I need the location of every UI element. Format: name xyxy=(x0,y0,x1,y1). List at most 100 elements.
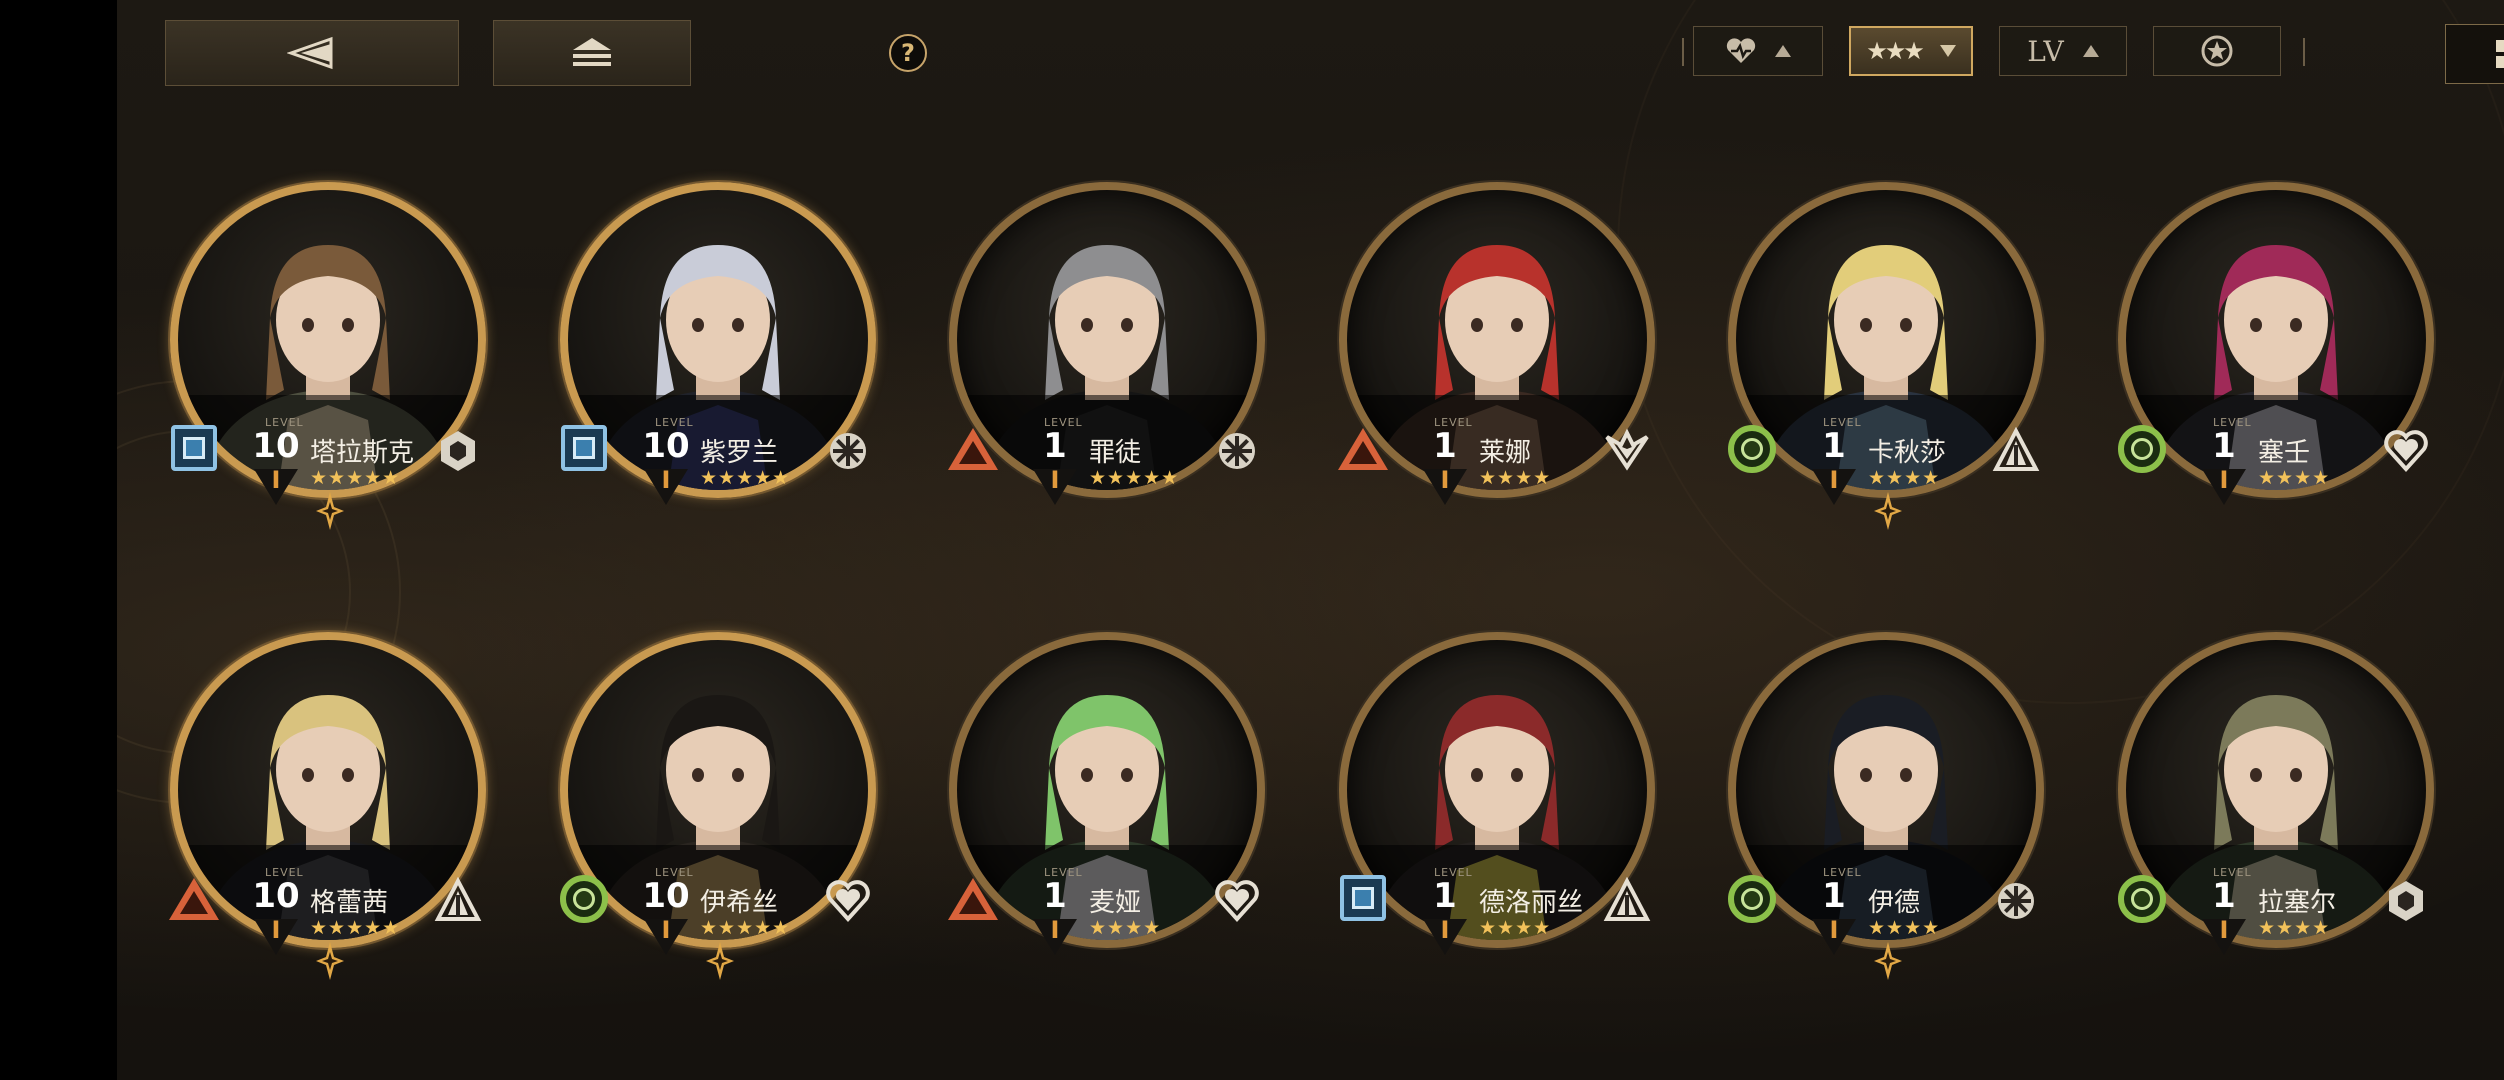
character-name: 拉塞尔 xyxy=(2258,888,2337,918)
rarity-stars: ★★★★★ xyxy=(700,917,791,939)
character-name: 紫罗兰 xyxy=(700,438,779,468)
character-card[interactable]: LEVEL 1 麦娅 I ★★★★ xyxy=(929,592,1289,1012)
class-triangle-icon xyxy=(1335,425,1391,473)
wings-emblem-icon xyxy=(1603,427,1651,475)
character-card[interactable]: LEVEL 1 拉塞尔 I ★★★★ xyxy=(2098,592,2458,1012)
character-card[interactable]: LEVEL 10 塔拉斯克 I ★★★★★ xyxy=(150,142,510,562)
character-card[interactable]: LEVEL 10 伊希丝 I ★★★★★ xyxy=(540,592,900,1012)
class-square-icon xyxy=(171,425,217,471)
diamond-ornament-icon xyxy=(1874,492,1902,530)
character-card[interactable]: LEVEL 1 莱娜 I ★★★★ xyxy=(1319,142,1679,562)
character-card[interactable]: LEVEL 10 紫罗兰 I ★★★★★ xyxy=(540,142,900,562)
character-card[interactable]: LEVEL 1 卡秋莎 I ★★★★ xyxy=(1708,142,2068,562)
character-card[interactable]: LEVEL 1 伊德 I ★★★★ xyxy=(1708,592,2068,1012)
hexcluster-emblem-icon xyxy=(2382,877,2430,925)
character-level: 10 xyxy=(252,876,300,916)
character-card[interactable]: LEVEL 1 塞壬 I ★★★★ xyxy=(2098,142,2458,562)
character-level: 1 xyxy=(1433,876,1457,916)
rank-numeral: I xyxy=(661,466,671,494)
character-name: 卡秋莎 xyxy=(1868,438,1947,468)
rarity-stars: ★★★★★ xyxy=(1089,467,1180,489)
home-button[interactable] xyxy=(493,20,691,86)
class-triangle-icon xyxy=(945,875,1001,923)
grid-view-button[interactable] xyxy=(2445,24,2504,84)
back-arrow-icon xyxy=(287,36,333,70)
rank-numeral: I xyxy=(661,916,671,944)
snowflake-emblem-icon xyxy=(1992,877,2040,925)
class-triangle-icon xyxy=(945,425,1001,473)
rarity-stars: ★★★★ xyxy=(1868,467,1941,489)
class-circle-icon xyxy=(2118,425,2166,473)
rarity-stars: ★★★★ xyxy=(1868,917,1941,939)
rank-numeral: I xyxy=(1829,466,1839,494)
character-card[interactable]: LEVEL 10 格蕾茜 I ★★★★★ xyxy=(150,592,510,1012)
home-stack-icon xyxy=(573,38,611,66)
character-name: 伊希丝 xyxy=(700,888,779,918)
sort-by-level-button[interactable]: LV xyxy=(1999,26,2127,76)
rarity-stars: ★★★★★ xyxy=(310,917,401,939)
character-level: 1 xyxy=(1043,426,1067,466)
spire-emblem-icon xyxy=(1603,876,1651,925)
character-name: 罪徒 xyxy=(1089,438,1142,468)
character-level: 1 xyxy=(2212,426,2236,466)
grid-view-icon xyxy=(2496,40,2504,68)
spire-emblem-icon xyxy=(1992,426,2040,475)
rank-numeral: I xyxy=(1440,466,1450,494)
rarity-stars: ★★★★ xyxy=(1479,467,1552,489)
character-name: 格蕾茜 xyxy=(310,888,389,918)
snowflake-emblem-icon xyxy=(1213,427,1261,475)
character-card[interactable]: LEVEL 1 德洛丽丝 I ★★★★ xyxy=(1319,592,1679,1012)
character-level: 10 xyxy=(252,426,300,466)
rarity-stars: ★★★★★ xyxy=(700,467,791,489)
rarity-stars: ★★★★ xyxy=(2258,467,2331,489)
rank-numeral: I xyxy=(1050,466,1060,494)
help-icon: ? xyxy=(901,39,915,67)
character-level: 10 xyxy=(642,426,690,466)
character-name: 伊德 xyxy=(1868,888,1921,918)
rank-numeral: I xyxy=(1829,916,1839,944)
sort-ascending-icon xyxy=(2082,45,2099,57)
diamond-ornament-icon xyxy=(1874,942,1902,980)
rarity-stars: ★★★★★ xyxy=(310,467,401,489)
character-roster-screen: ? ★★★ LV LEVEL 10 塔拉斯克 I ★★★★★ LEVEL 10 紫罗兰 I ★★★… xyxy=(117,0,2504,1080)
sort-by-rarity-button[interactable]: ★★★ xyxy=(1849,26,1973,76)
character-level: 1 xyxy=(1822,876,1846,916)
left-letterbox xyxy=(0,0,117,1080)
rank-numeral: I xyxy=(271,916,281,944)
character-level: 1 xyxy=(1433,426,1457,466)
rarity-stars: ★★★★ xyxy=(2258,917,2331,939)
heart-emblem-icon xyxy=(1213,877,1261,925)
character-name: 塔拉斯克 xyxy=(310,438,415,468)
character-level: 1 xyxy=(1043,876,1067,916)
character-level: 1 xyxy=(1822,426,1846,466)
heart-emblem-icon xyxy=(824,877,872,925)
character-name: 麦娅 xyxy=(1089,888,1142,918)
back-button[interactable] xyxy=(165,20,459,86)
rank-numeral: I xyxy=(1050,916,1060,944)
rank-numeral: I xyxy=(1440,916,1450,944)
diamond-ornament-icon xyxy=(316,492,344,530)
rank-numeral: I xyxy=(2219,916,2229,944)
class-circle-icon xyxy=(1728,875,1776,923)
class-circle-icon xyxy=(560,875,608,923)
class-circle-icon xyxy=(2118,875,2166,923)
character-level: 10 xyxy=(642,876,690,916)
diamond-ornament-icon xyxy=(316,942,344,980)
heart-emblem-icon xyxy=(2382,427,2430,475)
filter-role-button[interactable] xyxy=(2153,26,2281,76)
snowflake-emblem-icon xyxy=(824,427,872,475)
help-button[interactable]: ? xyxy=(889,34,927,72)
class-square-icon xyxy=(561,425,607,471)
sort-descending-icon xyxy=(1939,45,1956,57)
heart-icon xyxy=(1726,38,1756,63)
character-name: 莱娜 xyxy=(1479,438,1532,468)
level-sort-label: LV xyxy=(2027,34,2065,68)
hexcluster-emblem-icon xyxy=(434,427,482,475)
character-name: 塞壬 xyxy=(2258,438,2311,468)
character-card[interactable]: LEVEL 1 罪徒 I ★★★★★ xyxy=(929,142,1289,562)
rarity-stars: ★★★★ xyxy=(1089,917,1162,939)
rarity-stars: ★★★★ xyxy=(1479,917,1552,939)
sort-by-affinity-button[interactable] xyxy=(1693,26,1823,76)
class-circle-icon xyxy=(1728,425,1776,473)
toolbar-divider xyxy=(2303,38,2305,66)
